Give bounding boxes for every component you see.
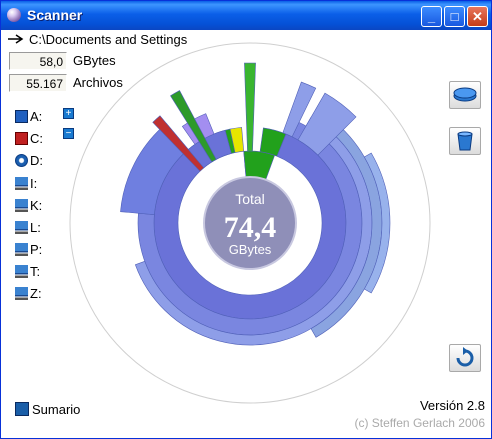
maximize-button[interactable]: □	[444, 6, 465, 27]
floppy-icon	[15, 110, 28, 123]
network-drive-icon	[15, 265, 28, 278]
drive-item-z[interactable]: Z:	[15, 285, 42, 302]
network-drive-icon	[15, 177, 28, 190]
drive-item-d[interactable]: D:	[15, 152, 43, 169]
total-caption: Total	[235, 191, 265, 207]
main-panel: C:\Documents and Settings 58,0 GBytes 55…	[1, 30, 491, 438]
hard-drive-red-icon	[15, 132, 28, 145]
network-drive-icon	[15, 221, 28, 234]
summary-button[interactable]: Sumario	[15, 402, 80, 417]
app-icon	[7, 8, 21, 22]
network-drive-icon	[15, 287, 28, 300]
files-count-value: 55.167	[9, 74, 67, 92]
export-button[interactable]	[449, 81, 481, 109]
go-up-arrow-icon[interactable]	[7, 32, 25, 47]
drive-item-c[interactable]: C:	[15, 130, 43, 147]
cd-drive-icon	[15, 154, 28, 167]
network-drive-icon	[15, 199, 28, 212]
recycle-bin-button[interactable]	[449, 127, 481, 155]
trash-icon	[457, 131, 473, 151]
size-value: 58,0	[9, 52, 67, 70]
version-label: Versión 2.8	[419, 398, 485, 413]
refresh-button[interactable]	[449, 344, 481, 372]
minimize-button[interactable]: _	[421, 6, 442, 27]
disk-stack-icon	[453, 87, 477, 102]
drive-item-k[interactable]: K:	[15, 197, 42, 214]
refresh-icon	[456, 347, 474, 367]
scanner-window: Scanner _ □ ✕ C:\Documents and Settings …	[0, 0, 492, 439]
summary-icon	[15, 402, 29, 416]
title-bar[interactable]: Scanner _ □ ✕	[1, 1, 491, 30]
copyright-label: (c) Steffen Gerlach 2006	[354, 416, 485, 430]
drive-item-i[interactable]: I:	[15, 175, 37, 192]
drive-item-t[interactable]: T:	[15, 263, 40, 280]
total-unit: GBytes	[229, 242, 272, 257]
drive-item-l[interactable]: L:	[15, 219, 41, 236]
total-value: 74,4	[224, 211, 277, 244]
window-title: Scanner	[27, 7, 83, 23]
close-button[interactable]: ✕	[467, 6, 488, 27]
network-drive-icon	[15, 243, 28, 256]
drive-item-p[interactable]: P:	[15, 241, 42, 258]
sunburst-chart[interactable]: Total 74,4 GBytes	[65, 38, 435, 408]
drive-item-a[interactable]: A:	[15, 108, 42, 125]
